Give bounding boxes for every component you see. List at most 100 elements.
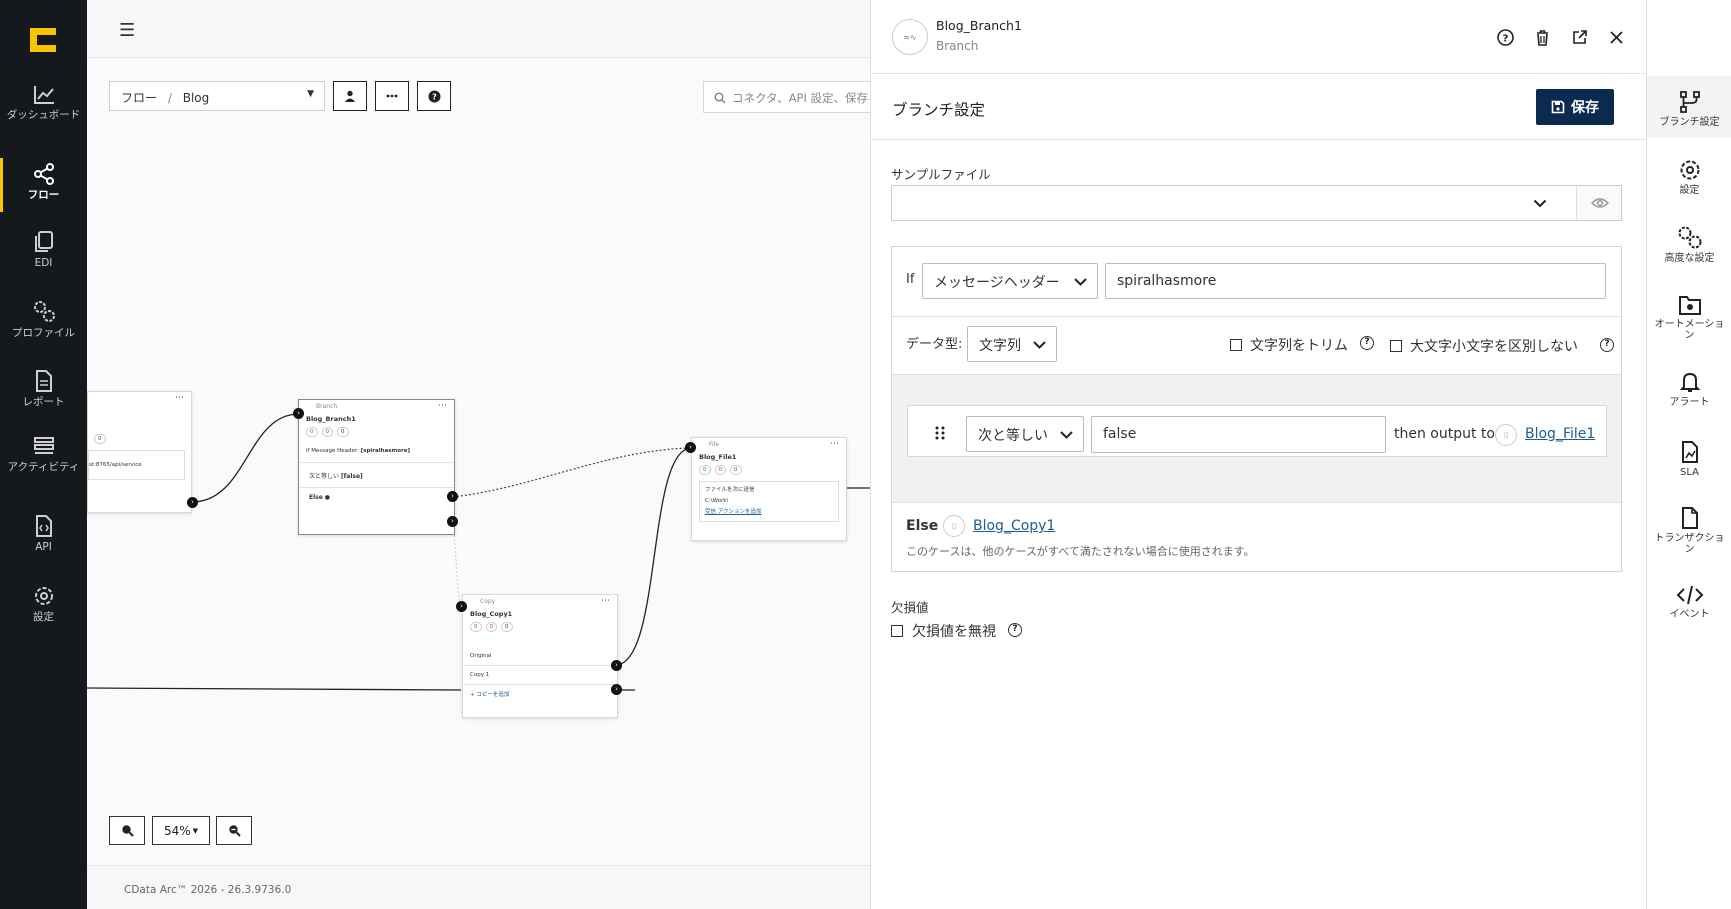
trim-label: 文字列をトリム	[1250, 338, 1348, 354]
add-receive-action-link[interactable]: 受信 アクションを追加	[705, 507, 833, 518]
else-label: Else	[906, 518, 939, 534]
question-circle-icon[interactable]: ?	[1360, 336, 1374, 350]
code-icon	[1676, 585, 1703, 605]
flow-canvas[interactable]: ☰ フロー / Blog ▼ ? コネクタ、API 設定、保存 ⋯ 0 st:8…	[87, 0, 893, 909]
else-description: このケースは、他のケースがすべて満たされない場合に使用されます。	[906, 545, 1255, 558]
sample-file-select[interactable]	[891, 185, 1622, 221]
nav-item-report[interactable]: レポート	[0, 369, 87, 437]
flow-node-copy[interactable]: Copy ⋯ Blog_Copy1 000 Original Copy 1 + …	[462, 594, 618, 718]
drag-handle-icon[interactable]	[935, 426, 945, 440]
chip-error: 0	[485, 622, 497, 632]
case-insensitive-label: 大文字小文字を区別しない	[1410, 339, 1578, 355]
node-output-port[interactable]: ›	[447, 491, 458, 502]
nav-item-dashboard[interactable]: ダッシュボード	[0, 84, 87, 152]
flow-node-file[interactable]: File ⋯ Blog_File1 000 ファイルを次に送信 C:\Work\…	[691, 437, 847, 541]
ignore-missing-checkbox[interactable]	[891, 625, 903, 637]
gear-icon	[1680, 160, 1699, 180]
transaction-file-icon	[1681, 507, 1698, 529]
gear-icon	[34, 587, 53, 605]
section-title: ブランチ設定	[892, 101, 986, 119]
connector-type: Branch	[936, 39, 979, 53]
svg-text:?: ?	[1503, 33, 1509, 44]
layers-icon	[33, 437, 54, 454]
automation-folder-icon	[1678, 296, 1701, 315]
node-type-label: Branch	[316, 403, 338, 410]
nav-label-settings: 設定	[33, 611, 54, 623]
chevron-down-icon	[1074, 278, 1087, 286]
nav-label-profile: プロファイル	[12, 327, 75, 339]
chip-other: 0	[337, 427, 349, 437]
node-input-port[interactable]: ›	[456, 601, 467, 612]
node-output-port[interactable]: ›	[611, 660, 622, 671]
tab-branch-settings[interactable]: ブランチ設定	[1647, 76, 1731, 138]
flow-node-branch[interactable]: Branch ⋯ Blog_Branch1 000 If Message Hea…	[298, 399, 455, 535]
if-source-value: メッセージヘッダー	[934, 275, 1060, 291]
nav-item-api[interactable]: API	[0, 514, 87, 582]
trim-checkbox[interactable]	[1230, 339, 1242, 351]
cdata-logo[interactable]	[28, 26, 58, 54]
if-source-select[interactable]: メッセージヘッダー	[922, 263, 1098, 299]
node-menu-icon[interactable]: ⋯	[175, 393, 184, 403]
node-output-port[interactable]: ›	[447, 516, 458, 527]
nav-label-edi: EDI	[34, 257, 53, 269]
node-menu-icon[interactable]: ⋯	[438, 401, 447, 411]
chip-other: 0	[730, 465, 742, 475]
tab-settings[interactable]: 設定	[1647, 158, 1731, 224]
connector-avatar: ≈∿	[892, 19, 928, 55]
tab-advanced-settings[interactable]: 高度な設定	[1647, 224, 1731, 290]
nav-item-activity[interactable]: アクティビティ	[0, 436, 87, 504]
question-circle-icon[interactable]: ?	[1600, 338, 1614, 352]
chevron-down-icon	[1533, 199, 1547, 208]
close-icon[interactable]	[1607, 28, 1626, 47]
sample-file-label: サンプルファイル	[891, 167, 991, 182]
save-button[interactable]: 保存	[1536, 89, 1614, 125]
add-copy-link[interactable]: + コピーを追加	[463, 684, 617, 703]
question-circle-icon[interactable]: ?	[1008, 623, 1022, 637]
node-output-port[interactable]: ›	[187, 497, 198, 508]
tab-sla[interactable]: SLA	[1647, 440, 1731, 506]
chip-error: 0	[714, 465, 726, 475]
code-file-icon	[35, 515, 52, 537]
node-input-port[interactable]: ›	[685, 442, 696, 453]
nav-item-flow[interactable]: フロー	[0, 158, 87, 212]
node-menu-icon[interactable]: ⋯	[830, 439, 839, 449]
nav-item-settings[interactable]: 設定	[0, 584, 87, 652]
case-insensitive-checkbox[interactable]	[1390, 340, 1402, 352]
datatype-select[interactable]: 文字列	[967, 326, 1057, 362]
header-name-value: spiralhasmore	[1117, 273, 1217, 289]
zoom-in-button[interactable]	[109, 816, 145, 845]
zoom-in-icon	[121, 825, 134, 837]
case-operator-value: 次と等しい	[978, 428, 1048, 444]
version-text: CData Arc™ 2026 - 26.3.9736.0	[124, 884, 292, 896]
nav-item-edi[interactable]: EDI	[0, 230, 87, 298]
help-circle-icon[interactable]: ?	[1496, 28, 1515, 47]
case-operator-select[interactable]: 次と等しい	[966, 416, 1084, 452]
connector-mini-icon: ▯	[1495, 424, 1517, 446]
node-input-port[interactable]: ›	[293, 408, 304, 419]
nav-item-profile[interactable]: プロファイル	[0, 298, 87, 366]
zoom-out-button[interactable]	[216, 816, 252, 845]
tab-automation[interactable]: オートメーション	[1647, 294, 1731, 360]
node-output-port[interactable]: ›	[611, 684, 622, 695]
tab-events[interactable]: イベント	[1647, 584, 1731, 650]
nav-label-report: レポート	[22, 396, 65, 408]
case-value-input[interactable]: false	[1091, 416, 1386, 453]
node-menu-icon[interactable]: ⋯	[601, 596, 610, 606]
node-chip-count: 0	[94, 434, 106, 444]
save-label: 保存	[1571, 100, 1599, 116]
trash-icon[interactable]	[1533, 28, 1552, 47]
external-link-icon[interactable]	[1570, 28, 1589, 47]
header-name-input[interactable]: spiralhasmore	[1105, 263, 1606, 299]
if-label: If	[906, 272, 915, 287]
else-target-link[interactable]: Blog_Copy1	[973, 518, 1055, 534]
copy-row-original: Original	[470, 653, 492, 659]
tab-alerts[interactable]: アラート	[1647, 370, 1731, 436]
sla-chart-icon	[1681, 441, 1698, 463]
preview-toggle[interactable]	[1576, 186, 1621, 220]
add-copy-label: コピーを追加	[476, 692, 510, 698]
tab-transactions[interactable]: トランザクション	[1647, 506, 1731, 572]
chip-other: 0	[501, 622, 513, 632]
zoom-level-select[interactable]: 54% ▼	[152, 816, 210, 845]
flow-node-partial[interactable]: ⋯ 0 st:8765/api/service	[87, 391, 192, 513]
case-target-link[interactable]: Blog_File1	[1525, 426, 1595, 442]
